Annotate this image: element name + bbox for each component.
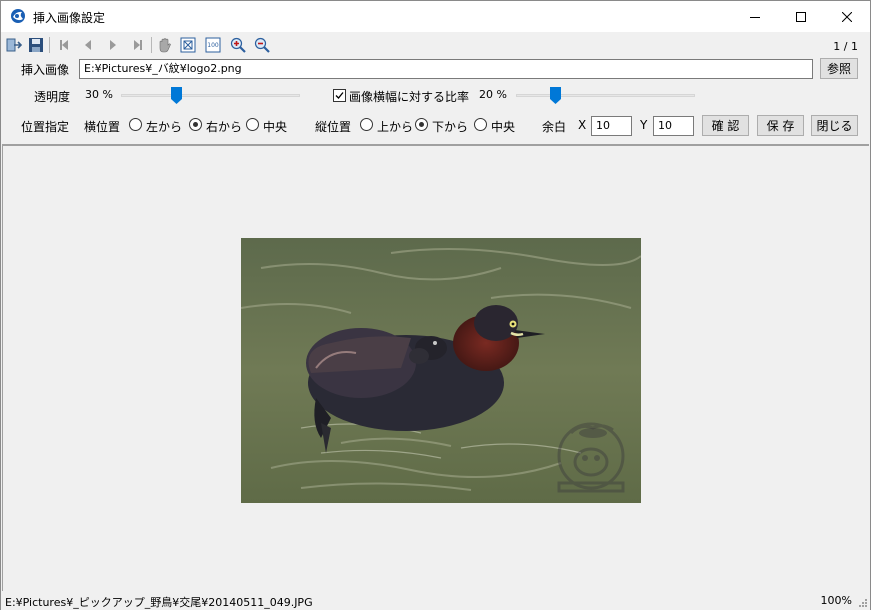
zoom-out-button[interactable]: [253, 36, 271, 54]
status-file-path: E:¥Pictures¥_ピックアップ_野鳥¥交尾¥20140511_049.J…: [5, 596, 313, 609]
width-ratio-slider-thumb[interactable]: [550, 87, 561, 104]
exit-icon: [6, 38, 23, 52]
width-ratio-slider[interactable]: [516, 85, 695, 105]
app-icon: [11, 9, 25, 23]
minimize-button[interactable]: [732, 1, 778, 32]
last-page-icon: [134, 40, 142, 50]
zoom-in-button[interactable]: [229, 36, 247, 54]
close-button[interactable]: 閉じる: [811, 115, 858, 136]
radio-horizontal-left[interactable]: [129, 118, 142, 131]
fit-icon: [180, 37, 196, 53]
radio-vertical-bottom[interactable]: [415, 118, 428, 131]
vertical-label: 縦位置: [315, 120, 352, 134]
radio-horizontal-right-label: 右から: [206, 120, 243, 134]
opacity-value: 30 %: [85, 88, 113, 101]
next-page-button[interactable]: [104, 36, 122, 54]
save-button-toolbar[interactable]: [27, 36, 45, 54]
actual-size-button[interactable]: 100: [204, 36, 222, 54]
x-label: X: [578, 118, 587, 132]
radio-vertical-center[interactable]: [474, 118, 487, 131]
status-zoom: 100%: [820, 594, 852, 607]
save-icon: [29, 38, 43, 52]
prev-page-button[interactable]: [79, 36, 97, 54]
radio-vertical-top[interactable]: [360, 118, 373, 131]
opacity-slider[interactable]: [121, 85, 300, 105]
hand-icon: [159, 38, 171, 53]
image-path-input[interactable]: E:¥Pictures¥_バ紋¥logo2.png: [79, 59, 813, 79]
width-ratio-checkbox[interactable]: [333, 89, 346, 102]
fit-button[interactable]: [179, 36, 197, 54]
radio-horizontal-center-label: 中央: [263, 120, 288, 134]
first-page-icon: [60, 40, 68, 50]
checkmark-icon: [335, 92, 344, 99]
preview-canvas[interactable]: [2, 144, 869, 591]
y-label: Y: [640, 118, 648, 132]
hand-tool-button[interactable]: [156, 36, 174, 54]
maximize-button[interactable]: [778, 1, 824, 32]
title-bar: 挿入画像設定: [1, 1, 870, 32]
zoom-in-icon: [230, 37, 246, 53]
width-ratio-label: 画像横幅に対する比率: [349, 90, 470, 104]
dialog-window: 挿入画像設定 100 1 / 1 挿入画像 E:¥Pictures¥_バ紋¥lo…: [0, 0, 871, 610]
save-button[interactable]: 保 存: [757, 115, 804, 136]
toolbar: 100 1 / 1: [1, 33, 870, 57]
margin-x-input[interactable]: 10: [591, 116, 632, 136]
status-bar: E:¥Pictures¥_ピックアップ_野鳥¥交尾¥20140511_049.J…: [1, 591, 870, 610]
width-ratio-value: 20 %: [479, 88, 507, 101]
maximize-icon: [796, 11, 806, 22]
svg-text:100: 100: [207, 42, 219, 49]
exit-button[interactable]: [5, 36, 23, 54]
actual-size-icon: 100: [205, 37, 221, 53]
window-title: 挿入画像設定: [33, 11, 106, 25]
margin-y-input[interactable]: 10: [653, 116, 694, 136]
opacity-slider-thumb[interactable]: [171, 87, 182, 104]
next-page-icon: [110, 40, 116, 50]
prev-page-icon: [85, 40, 91, 50]
confirm-button[interactable]: 確 認: [702, 115, 749, 136]
last-page-button[interactable]: [129, 36, 147, 54]
opacity-label: 透明度: [34, 90, 71, 104]
radio-vertical-center-label: 中央: [491, 120, 516, 134]
radio-horizontal-center[interactable]: [246, 118, 259, 131]
insert-image-label: 挿入画像: [21, 63, 70, 77]
zoom-out-icon: [254, 37, 270, 53]
radio-horizontal-right[interactable]: [189, 118, 202, 131]
close-window-button[interactable]: [824, 1, 870, 32]
browse-button[interactable]: 参照: [820, 58, 858, 79]
radio-horizontal-left-label: 左から: [146, 120, 183, 134]
horizontal-label: 横位置: [84, 120, 121, 134]
preview-photo: [241, 238, 641, 503]
close-icon: [842, 11, 852, 22]
margin-label: 余白: [542, 120, 567, 134]
page-counter: 1 / 1: [833, 40, 858, 53]
first-page-button[interactable]: [55, 36, 73, 54]
position-label: 位置指定: [21, 120, 70, 134]
minimize-icon: [750, 16, 760, 18]
resize-grip-icon[interactable]: [856, 596, 868, 608]
radio-vertical-bottom-label: 下から: [432, 120, 469, 134]
radio-vertical-top-label: 上から: [377, 120, 414, 134]
